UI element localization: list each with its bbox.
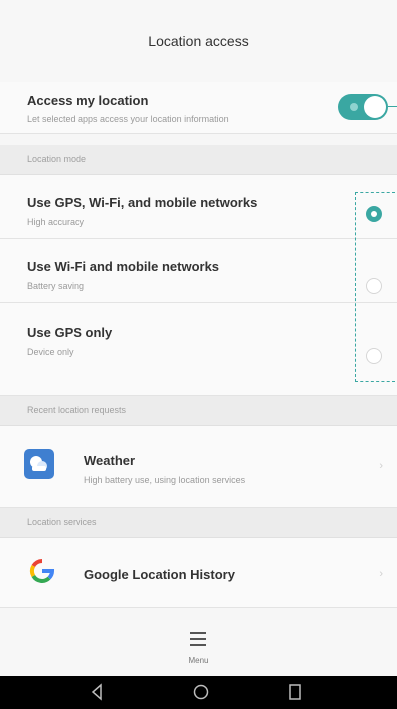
callout-line bbox=[388, 106, 397, 107]
google-g-icon bbox=[27, 556, 57, 586]
section-header-label: Recent location requests bbox=[27, 405, 127, 415]
system-navigation-bar bbox=[0, 676, 397, 709]
access-location-toggle[interactable] bbox=[338, 94, 388, 120]
section-header-recent-requests: Recent location requests bbox=[0, 396, 397, 426]
menu-label: Menu bbox=[188, 656, 209, 665]
mode-option-gps-wifi-mobile[interactable]: Use GPS, Wi-Fi, and mobile networks High… bbox=[0, 175, 397, 239]
mode-option-subtitle: High accuracy bbox=[27, 217, 85, 227]
mode-option-label: Use GPS only bbox=[27, 325, 113, 340]
service-label: Google Location History bbox=[84, 567, 235, 582]
access-location-subtitle: Let selected apps access your location i… bbox=[27, 114, 229, 124]
section-header-label: Location mode bbox=[27, 154, 87, 164]
menu-icon[interactable] bbox=[190, 632, 206, 646]
recents-icon[interactable] bbox=[288, 682, 302, 702]
back-icon[interactable] bbox=[90, 682, 104, 702]
weather-app-icon bbox=[24, 449, 54, 479]
chevron-right-icon: › bbox=[379, 460, 383, 472]
title-bar: Location access bbox=[0, 0, 397, 83]
mode-option-subtitle: Device only bbox=[27, 347, 74, 357]
mode-option-wifi-mobile[interactable]: Use Wi-Fi and mobile networks Battery sa… bbox=[0, 239, 397, 303]
toggle-knob bbox=[364, 96, 386, 118]
recent-app-name: Weather bbox=[84, 453, 136, 468]
bottom-menu-area[interactable]: Menu bbox=[0, 620, 397, 676]
page-title: Location access bbox=[148, 33, 249, 49]
section-header-location-services: Location services bbox=[0, 508, 397, 538]
mode-option-gps-only[interactable]: Use GPS only Device only bbox=[0, 303, 397, 396]
home-icon[interactable] bbox=[192, 682, 210, 702]
highlight-callout-box bbox=[355, 192, 395, 382]
access-location-label: Access my location bbox=[27, 93, 149, 108]
mode-option-label: Use Wi-Fi and mobile networks bbox=[27, 259, 220, 274]
recent-request-weather[interactable]: Weather High battery use, using location… bbox=[0, 426, 397, 508]
service-google-location-history[interactable]: Google Location History › bbox=[0, 538, 397, 608]
recent-app-detail: High battery use, using location service… bbox=[84, 475, 246, 485]
chevron-right-icon: › bbox=[379, 568, 383, 580]
toggle-indicator-dot bbox=[350, 103, 358, 111]
mode-option-label: Use GPS, Wi-Fi, and mobile networks bbox=[27, 195, 258, 210]
section-header-label: Location services bbox=[27, 517, 97, 527]
section-header-location-mode: Location mode bbox=[0, 145, 397, 175]
mode-option-subtitle: Battery saving bbox=[27, 281, 85, 291]
